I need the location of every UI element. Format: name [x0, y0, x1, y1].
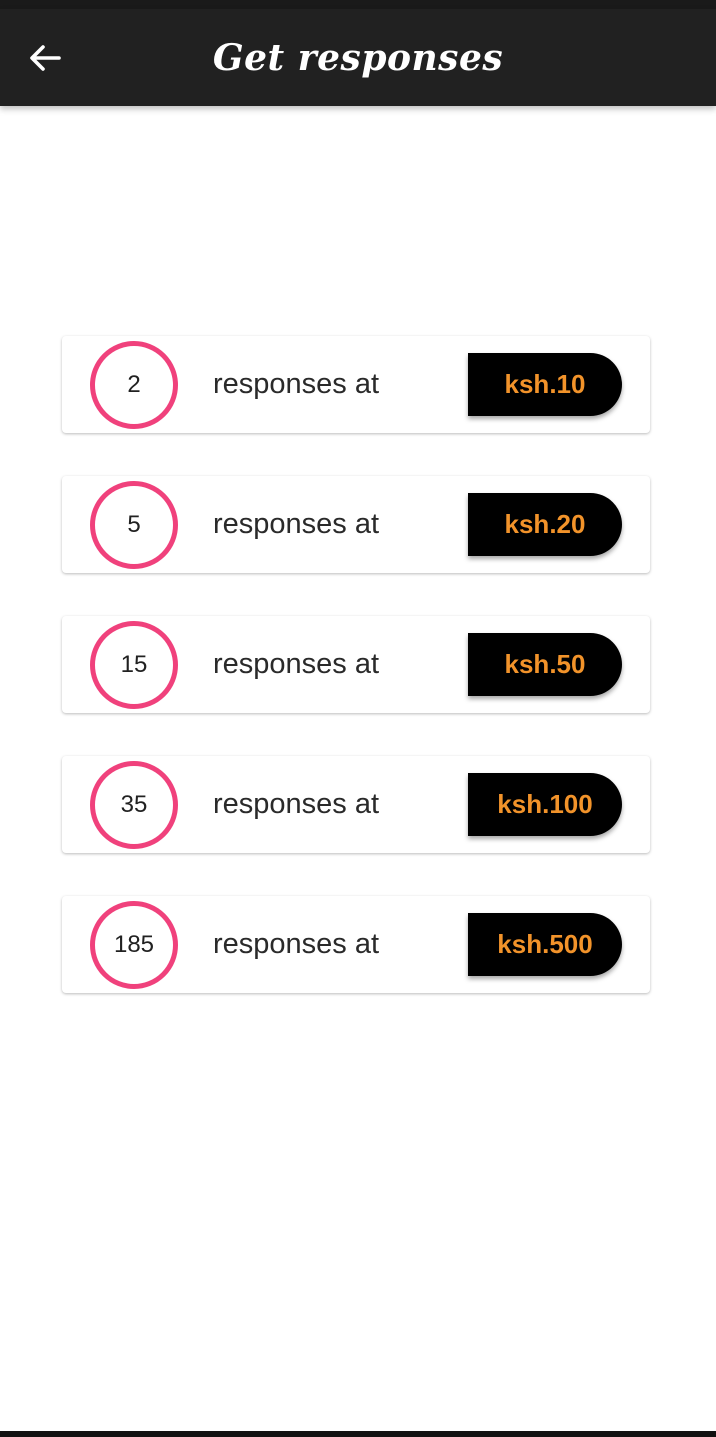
offer-label: responses at — [213, 508, 380, 540]
price-label: ksh.50 — [504, 649, 586, 679]
response-count: 15 — [120, 651, 148, 678]
offer-label: responses at — [213, 648, 380, 680]
offer-card: 2 responses at ksh.10 — [62, 336, 650, 433]
price-button[interactable]: ksh.20 — [468, 493, 622, 556]
page-title: Get responses — [212, 36, 504, 79]
app-bar: Get responses — [0, 9, 716, 106]
offer-list: 2 responses at ksh.10 5 responses at ksh… — [62, 336, 650, 1036]
offer-card: 35 responses at ksh.100 — [62, 756, 650, 853]
price-label: ksh.20 — [504, 509, 586, 539]
offer-card: 15 responses at ksh.50 — [62, 616, 650, 713]
offer-label: responses at — [213, 368, 380, 400]
price-button[interactable]: ksh.100 — [468, 773, 622, 836]
price-button[interactable]: ksh.10 — [468, 353, 622, 416]
offer-card: 5 responses at ksh.20 — [62, 476, 650, 573]
price-label: ksh.100 — [497, 789, 593, 819]
response-count-badge: 5 — [90, 481, 178, 569]
response-count-badge: 2 — [90, 341, 178, 429]
response-count-badge: 15 — [90, 621, 178, 709]
offer-label: responses at — [213, 788, 380, 820]
price-button[interactable]: ksh.500 — [468, 913, 622, 976]
back-button[interactable] — [22, 35, 68, 81]
response-count: 185 — [113, 931, 155, 958]
price-button[interactable]: ksh.50 — [468, 633, 622, 696]
status-bar — [0, 0, 716, 9]
response-count: 5 — [127, 511, 141, 538]
price-label: ksh.500 — [497, 929, 593, 959]
response-count: 2 — [127, 371, 141, 398]
navigation-bar — [0, 1431, 716, 1437]
price-label: ksh.10 — [504, 369, 586, 399]
offer-card: 185 responses at ksh.500 — [62, 896, 650, 993]
offer-label: responses at — [213, 928, 380, 960]
response-count-badge: 35 — [90, 761, 178, 849]
response-count-badge: 185 — [90, 901, 178, 989]
arrow-left-icon — [30, 45, 61, 71]
response-count: 35 — [120, 791, 148, 818]
